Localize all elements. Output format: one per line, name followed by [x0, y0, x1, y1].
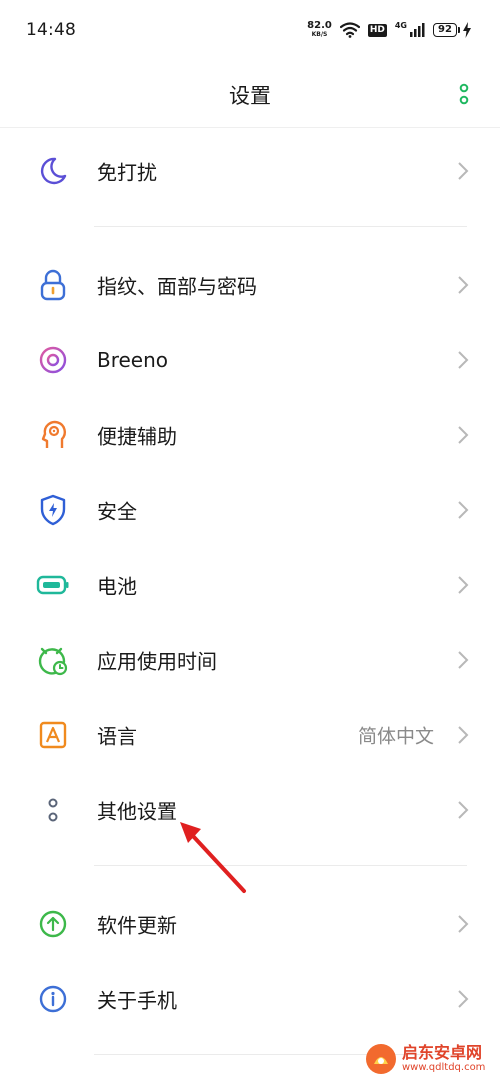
settings-item-battery[interactable]: 电池: [0, 547, 500, 622]
network-speed: 82.0 KB/S: [307, 21, 332, 39]
assist-head-icon: [36, 418, 70, 452]
settings-item-value: 简体中文: [357, 725, 434, 747]
watermark-url: www.qdltdq.com: [402, 1062, 486, 1073]
settings-item-label: 免打扰: [97, 160, 157, 184]
lock-icon: [36, 268, 70, 302]
settings-item-label: 应用使用时间: [97, 649, 217, 673]
chevron-right-icon: [458, 275, 469, 294]
section-divider: [94, 226, 467, 227]
title-bar: 设置: [0, 60, 500, 128]
settings-item-label: 其他设置: [97, 799, 177, 823]
watermark-name: 启东安卓网: [402, 1043, 483, 1062]
settings-item-fingerprint-face-password[interactable]: 指纹、面部与密码: [0, 247, 500, 322]
chevron-right-icon: [458, 914, 469, 933]
settings-item-label: 关于手机: [97, 988, 177, 1012]
info-icon: [36, 982, 70, 1016]
settings-item-label: 指纹、面部与密码: [97, 274, 257, 298]
chevron-right-icon: [458, 500, 469, 519]
alarm-clock-icon: [36, 643, 70, 677]
chevron-right-icon: [458, 800, 469, 819]
settings-item-other-settings[interactable]: 其他设置: [0, 772, 500, 847]
update-arrow-icon: [36, 907, 70, 941]
settings-item-breeno[interactable]: Breeno: [0, 322, 500, 397]
settings-item-about-phone[interactable]: 关于手机: [0, 961, 500, 1036]
hd-badge: HD: [367, 23, 387, 37]
settings-item-software-update[interactable]: 软件更新: [0, 886, 500, 961]
network-speed-value: 82.0: [307, 20, 332, 31]
more-settings-icon: [36, 793, 70, 827]
settings-item-label: Breeno: [97, 347, 169, 372]
status-bar: 14:48 82.0 KB/S HD 4G 92: [0, 0, 500, 60]
settings-item-label: 软件更新: [97, 913, 177, 937]
breeno-icon: [36, 343, 70, 377]
watermark-logo-icon: [366, 1044, 396, 1074]
chevron-right-icon: [458, 989, 469, 1008]
wifi-icon: [339, 22, 360, 38]
settings-item-label: 电池: [97, 574, 137, 598]
chevron-right-icon: [458, 350, 469, 369]
settings-item-label: 便捷辅助: [97, 424, 177, 448]
settings-item-security[interactable]: 安全: [0, 472, 500, 547]
network-type: 4G: [394, 21, 407, 30]
status-icons: 82.0 KB/S HD 4G 92: [307, 19, 472, 41]
settings-item-convenience-assist[interactable]: 便捷辅助: [0, 397, 500, 472]
moon-icon: [36, 154, 70, 188]
battery-icon: [36, 568, 70, 602]
settings-item-do-not-disturb[interactable]: 免打扰: [0, 133, 500, 208]
language-a-icon: [36, 718, 70, 752]
battery-tip: [458, 27, 460, 33]
status-time: 14:48: [26, 20, 76, 40]
charging-bolt-icon: [463, 22, 471, 38]
more-options-icon[interactable]: [454, 82, 474, 106]
watermark-text: 启东安卓网 www.qdltdq.com: [402, 1044, 485, 1074]
chevron-right-icon: [458, 575, 469, 594]
section-divider: [94, 865, 467, 866]
battery-level: 92: [433, 23, 457, 37]
shield-bolt-icon: [36, 493, 70, 527]
settings-item-app-usage-time[interactable]: 应用使用时间: [0, 622, 500, 697]
battery-indicator: 92: [433, 22, 472, 38]
settings-item-label: 安全: [97, 499, 137, 523]
settings-item-language[interactable]: 语言 简体中文: [0, 697, 500, 772]
chevron-right-icon: [458, 725, 469, 744]
page-title: 设置: [229, 84, 271, 108]
watermark: 启东安卓网 www.qdltdq.com: [364, 1038, 494, 1080]
chevron-right-icon: [458, 425, 469, 444]
settings-item-label: 语言: [97, 724, 137, 748]
chevron-right-icon: [458, 161, 469, 180]
network-speed-unit: KB/S: [311, 31, 328, 38]
cell-signal-icon: 4G: [395, 22, 425, 38]
chevron-right-icon: [458, 650, 469, 669]
